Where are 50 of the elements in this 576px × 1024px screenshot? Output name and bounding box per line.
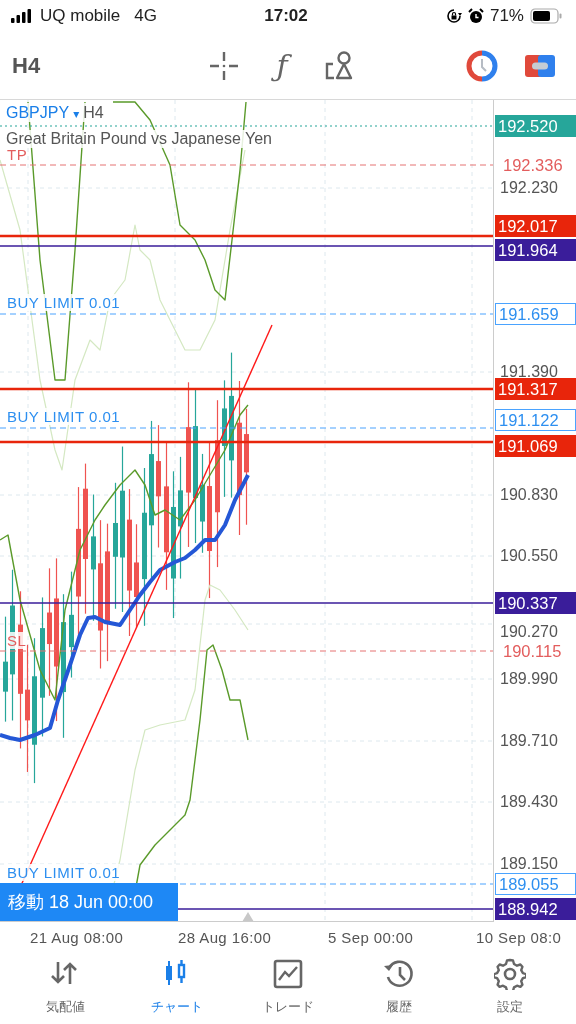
price-label: 188.942 (495, 898, 576, 920)
price-tick: 190.270 (500, 622, 558, 642)
price-tick: 189.430 (500, 792, 558, 812)
price-label: 189.055 (495, 873, 576, 895)
alarm-icon (467, 8, 484, 24)
time-tick: 28 Aug 16:00 (178, 928, 273, 946)
order-label: BUY LIMIT 0.01 (7, 294, 121, 311)
rotation-lock-icon (445, 8, 462, 24)
clock-time: 17:02 (264, 6, 308, 26)
time-tick: 21 Aug 08:00 (30, 928, 125, 946)
battery-percent: 71% (489, 6, 524, 26)
network-type: 4G (134, 6, 157, 26)
tab-button[interactable]: 気配値 (20, 952, 111, 1024)
price-label: 191.659 (495, 303, 576, 325)
signal-icon (10, 9, 34, 23)
symbol-name[interactable]: GBPJPY (6, 103, 70, 122)
price-label: 191.964 (495, 239, 576, 261)
tab-button[interactable]: 設定 (465, 952, 556, 1024)
order-label: BUY LIMIT 0.01 (7, 864, 121, 881)
history-icon (383, 958, 416, 990)
price-tick: 190.830 (500, 485, 558, 505)
crosshair-time-label: 移動 18 Jun 00:00 (0, 883, 178, 921)
price-label: 191.069 (495, 435, 576, 457)
time-tick: 5 Sep 00:00 (328, 928, 415, 946)
line-chart-icon (271, 958, 304, 990)
symbol-description: Great Britain Pound vs Japanese Yen (6, 130, 272, 148)
price-tick: 190.550 (500, 546, 558, 566)
level-label: SL (7, 632, 27, 649)
price-label: 190.115 (502, 641, 563, 662)
price-label: 192.017 (495, 215, 576, 237)
order-label: BUY LIMIT 0.01 (7, 408, 121, 425)
timeframe-label: H4 (83, 103, 104, 122)
carrier-name: UQ mobile (40, 6, 121, 26)
tab-button[interactable]: トレード (242, 952, 333, 1024)
price-tick: 189.150 (500, 854, 558, 874)
tab-button[interactable]: チャート (131, 952, 222, 1024)
price-label: 192.520 (495, 115, 576, 137)
timeframe-button[interactable]: H4 (12, 47, 52, 84)
settings-icon (494, 958, 527, 990)
price-tick: 189.990 (500, 669, 558, 689)
price-label: 191.122 (495, 409, 576, 431)
time-tick: 10 Sep 08:0 (476, 928, 563, 946)
price-label: 190.337 (495, 592, 576, 614)
price-label: 192.336 (502, 155, 564, 176)
tab-button[interactable]: 履歴 (354, 952, 445, 1024)
battery-icon (530, 8, 562, 24)
price-tick: 192.230 (500, 178, 558, 198)
indicators-button[interactable]: ƒ (264, 47, 300, 84)
price-tick: 189.710 (500, 731, 558, 751)
price-label: 191.317 (495, 378, 576, 400)
